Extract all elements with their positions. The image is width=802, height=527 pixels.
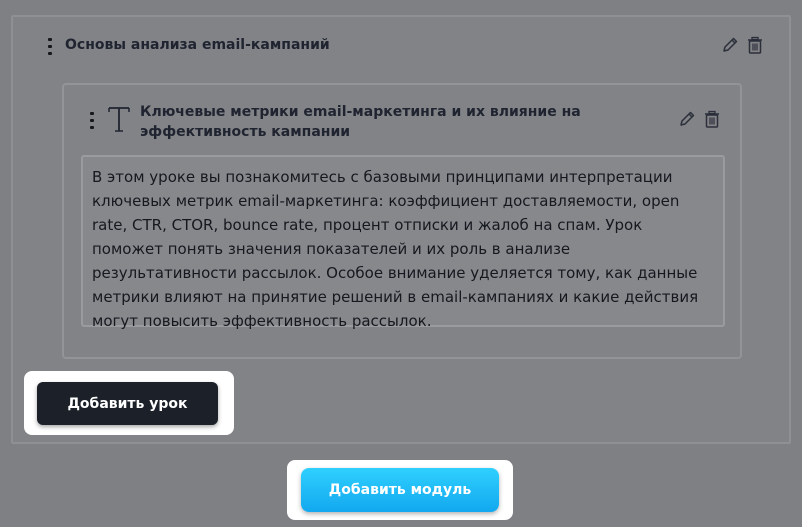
module-drag-handle-icon[interactable]: [48, 38, 52, 55]
lesson-text-content[interactable]: В этом уроке вы познакомитесь с базовыми…: [81, 155, 725, 330]
lesson-card: Ключевые метрики email-маркетинга и их в…: [62, 83, 742, 359]
lesson-title: Ключевые метрики email-маркетинга и их в…: [140, 104, 581, 140]
lesson-edit-pencil-icon[interactable]: [678, 110, 696, 128]
lesson-delete-trash-icon[interactable]: [703, 110, 721, 128]
add-lesson-highlight: Добавить урок: [24, 371, 234, 435]
module-delete-trash-icon[interactable]: [746, 36, 764, 54]
module-edit-pencil-icon[interactable]: [721, 36, 739, 54]
module-title: Основы анализа email-кампаний: [65, 37, 330, 53]
add-module-highlight: Добавить модуль: [287, 460, 513, 520]
lesson-drag-handle-icon[interactable]: [90, 112, 94, 129]
text-type-icon: [107, 105, 131, 133]
add-module-button[interactable]: Добавить модуль: [301, 468, 499, 512]
add-lesson-button[interactable]: Добавить урок: [37, 382, 218, 425]
